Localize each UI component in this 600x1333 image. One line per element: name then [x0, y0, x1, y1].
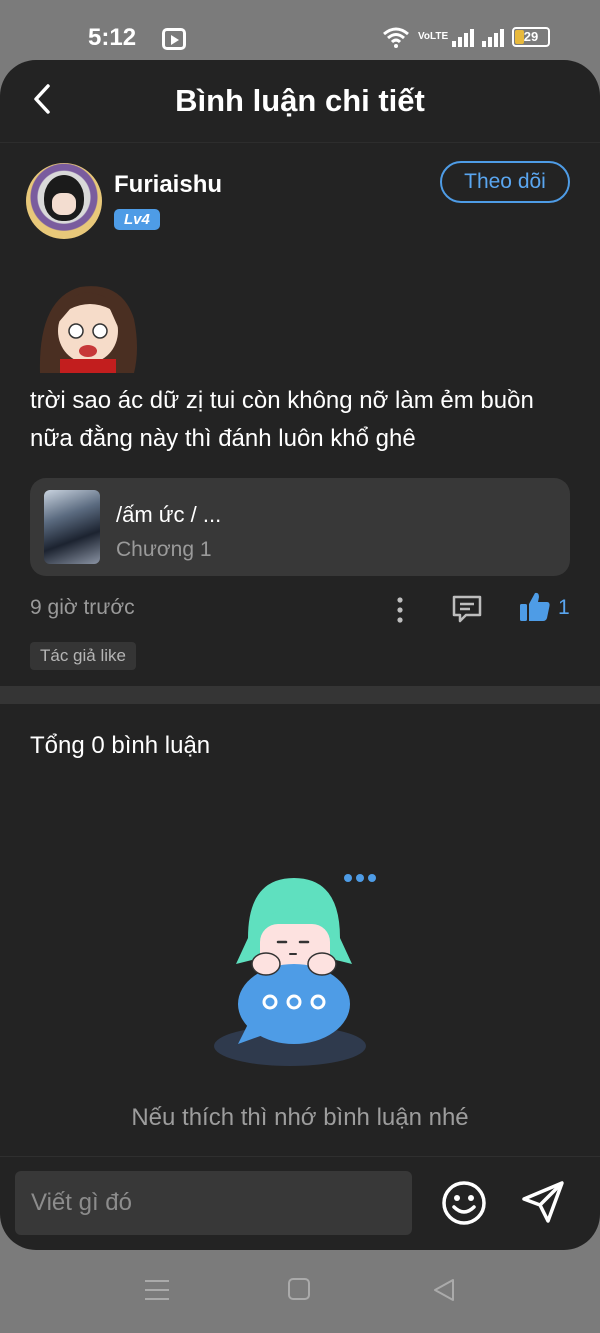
author-like-tag: Tác giả like: [30, 642, 136, 670]
top-bar: Bình luận chi tiết: [0, 60, 600, 143]
menu-icon[interactable]: [144, 1278, 170, 1302]
chapter-cover-image: [44, 490, 100, 564]
comment-text: trời sao ác dữ zị tui còn không nỡ làm ẻ…: [30, 387, 534, 452]
avatar[interactable]: [26, 163, 102, 239]
total-comments: Tổng 0 bình luận: [30, 732, 211, 759]
video-app-icon: [162, 28, 186, 50]
wifi-icon: [383, 27, 409, 48]
status-icons: VoLTE 29: [382, 26, 550, 48]
anime-sticker-image: [39, 286, 138, 373]
battery-level: 29: [523, 29, 539, 44]
like-count: 1: [558, 596, 570, 619]
battery-icon: 29: [512, 27, 550, 47]
home-icon[interactable]: [288, 1278, 310, 1300]
send-icon[interactable]: [518, 1177, 568, 1227]
section-divider: [0, 686, 600, 704]
comment-input[interactable]: [15, 1171, 412, 1235]
chapter-card[interactable]: /ấm ức / ... Chương 1: [30, 478, 570, 576]
action-row: 9 giờ trước 1: [30, 576, 570, 642]
like-icon[interactable]: [518, 590, 552, 624]
level-badge: Lv4: [114, 209, 160, 230]
system-nav-bar: [0, 1250, 600, 1333]
follow-button[interactable]: Theo dõi: [440, 161, 570, 203]
author-row: Furiaishu Lv4 Theo dõi: [26, 143, 570, 243]
comment-detail-screen: Bình luận chi tiết Furiaishu Lv4 Theo dõ…: [0, 60, 600, 1250]
signal-icon-1: [452, 27, 474, 47]
comment-composer: [0, 1156, 600, 1250]
empty-state-illustration: [214, 874, 376, 1066]
avatar-image: [44, 175, 84, 221]
username[interactable]: Furiaishu: [114, 171, 222, 199]
empty-state-message: Nếu thích thì nhớ bình luận nhé: [131, 1104, 469, 1131]
emoji-icon[interactable]: [440, 1179, 488, 1227]
page-title: Bình luận chi tiết: [175, 83, 425, 118]
timestamp: 9 giờ trước: [30, 596, 135, 619]
chapter-subtitle: Chương 1: [116, 538, 212, 561]
more-icon[interactable]: [386, 596, 414, 624]
comment-post: Furiaishu Lv4 Theo dõi trời sao ác dữ zị…: [0, 143, 600, 670]
signal-icon-2: [482, 27, 504, 47]
nav-back-icon[interactable]: [432, 1278, 456, 1302]
status-time: 5:12: [88, 24, 137, 51]
chapter-title: /ấm ức / ...: [116, 502, 222, 527]
status-bar: 5:12 VoLTE 29: [0, 0, 600, 62]
volte-label: VoLTE: [418, 31, 449, 42]
comment-icon[interactable]: [450, 592, 484, 626]
